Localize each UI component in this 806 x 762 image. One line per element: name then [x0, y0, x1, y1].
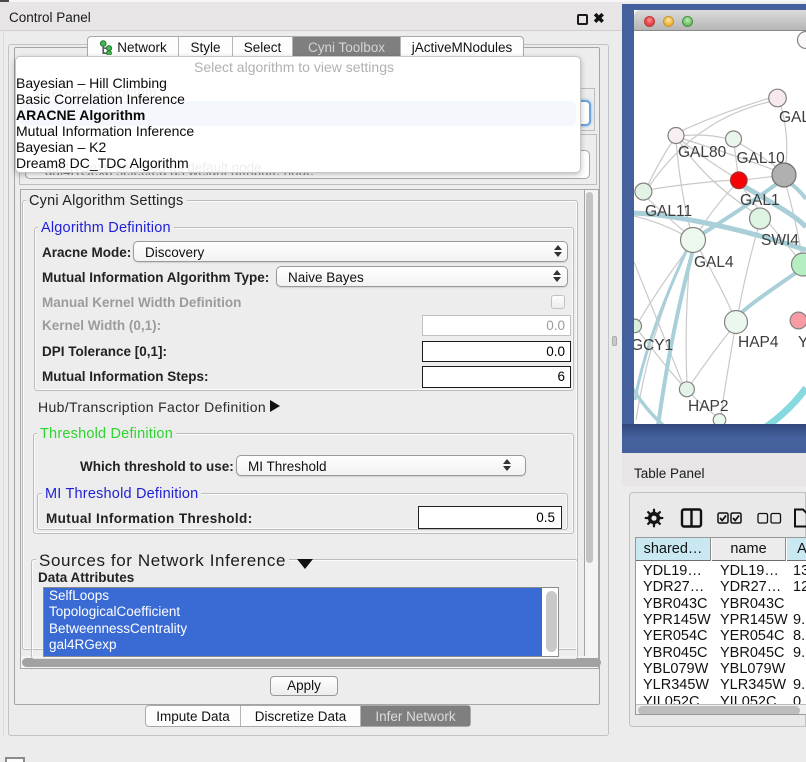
svg-text:GAL11: GAL11 [645, 203, 692, 220]
svg-text:GAL10: GAL10 [737, 150, 786, 167]
svg-text:GAL1: GAL1 [740, 192, 780, 209]
svg-text:HAP2: HAP2 [688, 398, 729, 415]
svg-text:GCY1: GCY1 [634, 337, 673, 354]
svg-text:HAP4: HAP4 [738, 334, 779, 351]
svg-text:GAL80: GAL80 [678, 144, 727, 161]
svg-text:YJ: YJ [798, 334, 806, 351]
svg-text:GAL4: GAL4 [694, 254, 734, 271]
svg-text:SWI4: SWI4 [761, 232, 799, 249]
svg-text:GAL7: GAL7 [779, 109, 806, 126]
